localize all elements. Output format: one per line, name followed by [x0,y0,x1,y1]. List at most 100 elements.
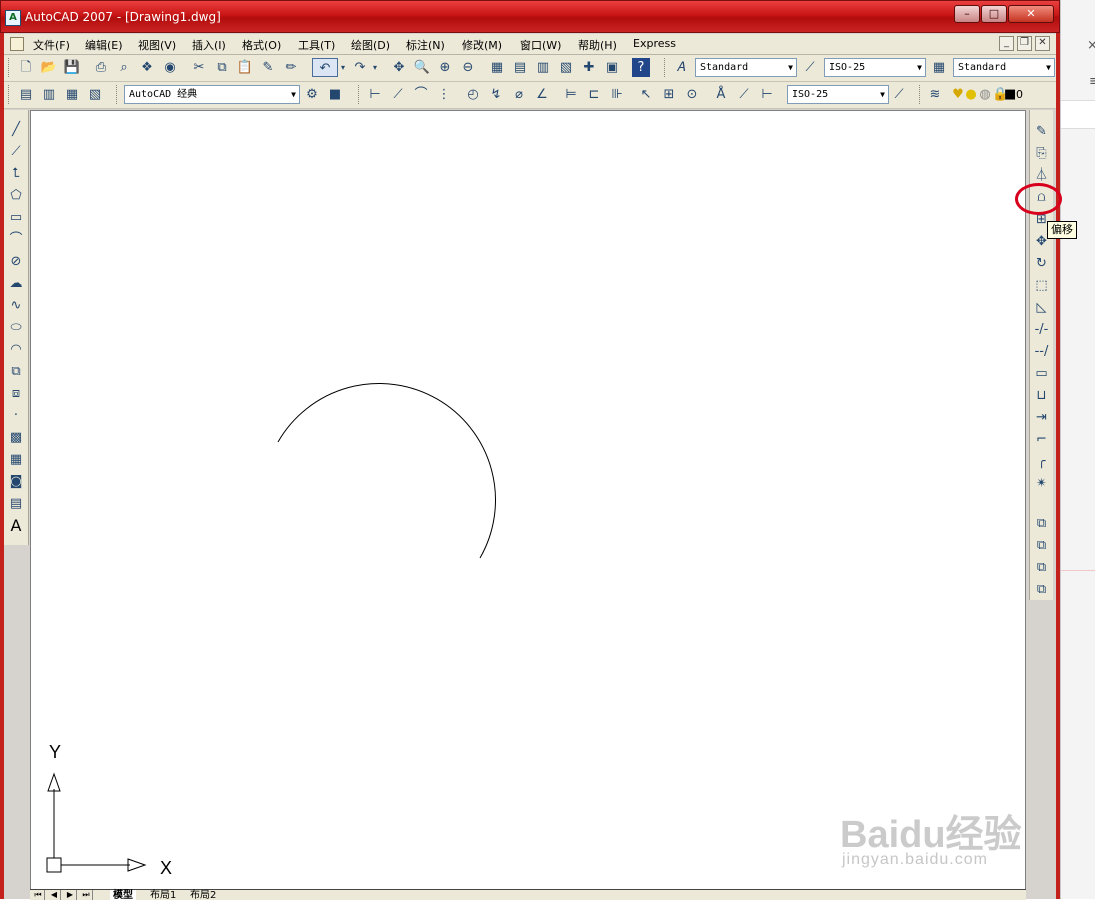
draworder-under-icon[interactable]: ⧉ [1032,580,1051,600]
copy-clip-icon[interactable]: ⧉ [213,58,231,77]
toolbar-grip[interactable] [919,85,923,104]
menu-dimension[interactable]: 标注(N) [406,37,445,53]
undo-dropdown-icon[interactable]: ▾ [338,58,348,77]
tool-palettes-icon[interactable]: ▥ [534,58,552,77]
make-block-icon[interactable]: ⧈ [6,384,26,404]
insert-block-icon[interactable]: ⧉ [6,362,26,382]
markup-set-manager-icon[interactable]: ✚ [580,58,598,77]
ordinate-dimension-icon[interactable]: ⋮ [435,85,453,104]
zoom-window-icon[interactable]: ⊕ [436,58,454,77]
workspace-layout-icon[interactable]: ▦ [63,85,81,104]
workspace-toolbars-icon[interactable]: ▧ [86,85,104,104]
diameter-dimension-icon[interactable]: ⌀ [510,85,528,104]
arc-length-icon[interactable]: ⌒ [412,85,430,104]
my-workspace-icon[interactable]: ■ [326,85,344,104]
menu-tools[interactable]: 工具(T) [298,37,335,53]
table-icon[interactable]: ▤ [6,494,26,514]
block-editor-icon[interactable]: ✏ [282,58,300,77]
dimension-style-select[interactable]: ISO-25 ▼ [787,85,889,104]
redo-dropdown-icon[interactable]: ▾ [370,58,380,77]
sheet-set-manager-icon[interactable]: ▧ [557,58,575,77]
toolbar-grip[interactable] [8,58,12,77]
layer-properties-icon[interactable]: ≋ [926,85,944,104]
dimension-text-edit-icon[interactable]: ⟋ [735,85,753,104]
plot-icon[interactable]: ⎙ [92,58,110,77]
text-style-icon[interactable]: 𝐴 [672,58,690,77]
scale-icon[interactable]: ⬚ [1032,276,1051,296]
table-style-icon[interactable]: ▦ [930,58,948,77]
menu-format[interactable]: 格式(O) [242,37,281,53]
save-icon[interactable]: 💾 [63,58,81,77]
dim-style-select[interactable]: ISO-25 ▼ [824,58,926,77]
workspace-settings-gear-icon[interactable]: ⚙ [303,85,321,104]
paste-icon[interactable]: 📋 [236,58,254,77]
menu-draw[interactable]: 绘图(D) [351,37,390,53]
dim-style-icon[interactable]: ⟋ [801,58,819,77]
quickcalc-icon[interactable]: ▣ [603,58,621,77]
text-style-select[interactable]: Standard ▼ [695,58,797,77]
region-icon[interactable]: ◙ [6,472,26,492]
minimize-button[interactable]: – [954,5,980,23]
explode-icon[interactable]: ✴ [1032,474,1051,494]
draworder-above-icon[interactable]: ⧉ [1032,558,1051,578]
workspace-select[interactable]: AutoCAD 经典 ▼ [124,85,300,104]
menu-view[interactable]: 视图(V) [138,37,176,53]
properties-icon[interactable]: ▦ [488,58,506,77]
continue-dimension-icon[interactable]: ⊪ [608,85,626,104]
polygon-icon[interactable]: ⬠ [6,186,26,206]
fillet-icon[interactable]: ╭ [1032,452,1051,472]
jogged-dimension-icon[interactable]: ↯ [487,85,505,104]
quick-dimension-icon[interactable]: ⊨ [562,85,580,104]
plot-preview-icon[interactable]: ⌕ [115,58,133,77]
spline-icon[interactable]: ∿ [6,296,26,316]
open-icon[interactable]: 📂 [40,58,58,77]
hatch-icon[interactable]: ▩ [6,428,26,448]
help-icon[interactable]: ? [632,58,650,77]
radius-dimension-icon[interactable]: ◴ [464,85,482,104]
layer-lock-icon[interactable]: 🔒 [992,85,1008,104]
menu-window[interactable]: 窗口(W) [520,37,561,53]
close-button[interactable]: ✕ [1008,5,1054,23]
erase-icon[interactable]: ✎ [1032,122,1051,142]
toolbar-grip[interactable] [358,85,362,104]
document-minimize-button[interactable]: _ [999,36,1014,51]
angular-dimension-icon[interactable]: ∠ [533,85,551,104]
redo-icon[interactable]: ↷ [351,58,369,77]
break-icon[interactable]: ⊔ [1032,386,1051,406]
menu-file[interactable]: 文件(F) [33,37,70,53]
menu-edit[interactable]: 编辑(E) [85,37,123,53]
publish-web-icon[interactable]: ◉ [161,58,179,77]
qnew-icon[interactable]: 🗋 [17,58,35,77]
revision-cloud-icon[interactable]: ☁ [6,274,26,294]
menu-modify[interactable]: 修改(M) [462,37,502,53]
publish-icon[interactable]: ❖ [138,58,156,77]
menu-express[interactable]: Express [633,37,676,50]
dimension-update-icon[interactable]: ⊢ [758,85,776,104]
cut-icon[interactable]: ✂ [190,58,208,77]
document-restore-button[interactable]: ❐ [1017,36,1032,51]
tolerance-icon[interactable]: ⊞ [660,85,678,104]
baseline-dimension-icon[interactable]: ⊏ [585,85,603,104]
layer-on-icon[interactable]: ♥ [952,85,964,104]
design-center-icon[interactable]: ▤ [511,58,529,77]
construction-line-icon[interactable]: ⟋ [6,142,26,162]
join-icon[interactable]: ⇥ [1032,408,1051,428]
quick-leader-icon[interactable]: ↖ [637,85,655,104]
current-layer-name[interactable]: 0 [1016,85,1046,104]
dimension-edit-icon[interactable]: Å [712,85,730,104]
toolbar-grip[interactable] [664,58,668,77]
extend-icon[interactable]: --/ [1032,342,1051,362]
draworder-front-icon[interactable]: ⧉ [1032,514,1051,534]
rectangle-icon[interactable]: ▭ [6,208,26,228]
arc-entity[interactable] [277,383,496,559]
ellipse-arc-icon[interactable]: ◠ [6,340,26,360]
linear-dimension-icon[interactable]: ⊢ [366,85,384,104]
copy-icon[interactable]: ⎘ [1032,144,1051,164]
layer-viewport-icon[interactable]: ◍ [978,85,992,104]
dimension-style-icon[interactable]: ⟋ [890,85,908,104]
document-close-button[interactable]: ✕ [1035,36,1050,51]
rotate-icon[interactable]: ↻ [1032,254,1051,274]
multiline-text-icon[interactable]: A [6,516,26,536]
draworder-back-icon[interactable]: ⧉ [1032,536,1051,556]
zoom-previous-icon[interactable]: ⊖ [459,58,477,77]
